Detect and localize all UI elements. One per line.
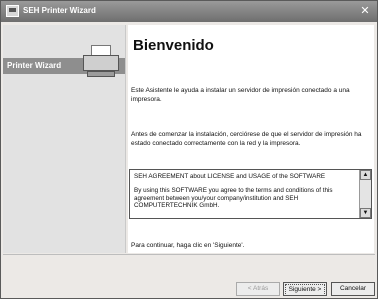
left-panel: Printer Wizard [3, 25, 126, 253]
wizard-window: SEH Printer Wizard ✕ Printer Wizard Bien… [0, 0, 378, 299]
scroll-down-arrow-icon[interactable]: ▼ [360, 208, 371, 218]
printer-tray [87, 71, 115, 77]
instruction-text: Antes de comenzar la instalación, cerció… [131, 131, 362, 147]
next-button-label: Siguiente > [285, 284, 325, 296]
printer-body [83, 55, 119, 71]
window-title: SEH Printer Wizard [23, 6, 96, 15]
scroll-up-arrow-icon[interactable]: ▲ [360, 170, 371, 180]
back-button[interactable]: < Atrás [236, 282, 280, 296]
license-text: SEH AGREEMENT about LICENSE and USAGE of… [134, 173, 356, 216]
license-scrollbar[interactable]: ▲ ▼ [359, 170, 371, 218]
bottom-divider [3, 254, 375, 255]
printer-icon [83, 45, 119, 77]
content-panel: Bienvenido Este Asistente le ayuda a ins… [128, 25, 374, 253]
license-line-1: SEH AGREEMENT about LICENSE and USAGE of… [134, 173, 326, 180]
title-bar: SEH Printer Wizard ✕ [1, 1, 377, 22]
printer-app-icon [6, 5, 19, 17]
license-textbox[interactable]: SEH AGREEMENT about LICENSE and USAGE of… [129, 169, 372, 219]
continue-text: Para continuar, haga clic en 'Siguiente'… [131, 242, 245, 249]
sidebar-label: Printer Wizard [7, 61, 62, 70]
next-button[interactable]: Siguiente > [283, 282, 327, 296]
cancel-button[interactable]: Cancelar [331, 282, 375, 296]
page-title: Bienvenido [133, 37, 214, 54]
license-line-2: By using this SOFTWARE you agree to the … [134, 186, 333, 210]
close-button[interactable]: ✕ [357, 3, 373, 19]
intro-text: Este Asistente le ayuda a instalar un se… [131, 87, 350, 103]
